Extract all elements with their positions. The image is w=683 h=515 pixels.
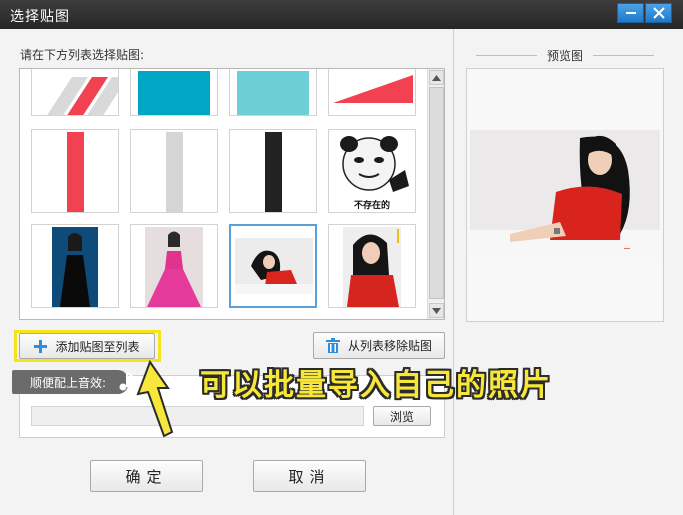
cancel-button[interactable]: 取消	[253, 460, 366, 492]
photo-pink-dress-sticker	[145, 227, 203, 307]
photo-black-dress-sticker	[52, 227, 98, 307]
music-label-tag: 顺便配上音效:	[12, 370, 134, 394]
close-button[interactable]	[645, 3, 672, 23]
add-sticker-button[interactable]: 添加贴图至列表	[19, 333, 155, 359]
photo-red-reclining-sticker	[235, 238, 313, 294]
remove-sticker-label: 从列表移除贴图	[347, 339, 432, 353]
trash-icon	[325, 338, 340, 353]
chevron-up-icon	[432, 74, 441, 81]
sticker-tile-photo-black-dress[interactable]	[31, 224, 119, 308]
chevron-down-icon	[432, 307, 441, 314]
sticker-tile-photo-red-reclining[interactable]	[229, 224, 317, 308]
black-bar-sticker	[265, 132, 282, 212]
svg-text:—: —	[624, 246, 630, 252]
window-title: 选择贴图	[10, 9, 70, 25]
sticker-tile-photo-pink-dress[interactable]	[130, 224, 218, 308]
minimize-icon	[625, 12, 636, 14]
sticker-tile-red-triangle[interactable]	[328, 69, 416, 116]
ok-button[interactable]: 确定	[90, 460, 203, 492]
minimize-button[interactable]	[617, 3, 644, 23]
scroll-down-button[interactable]	[429, 303, 444, 318]
light-teal-block-sticker	[237, 71, 309, 115]
sticker-tile-black-bar[interactable]	[229, 129, 317, 213]
sticker-tile-meme[interactable]: 不存在的	[328, 129, 416, 213]
preview-title-rule-right	[593, 54, 655, 56]
list-scrollbar[interactable]	[427, 69, 444, 319]
panel-divider	[453, 29, 454, 515]
preview-title-text: 预览图	[547, 48, 584, 63]
meme-caption: 不存在的	[353, 201, 390, 211]
diagonal-stripes-sticker	[47, 77, 118, 115]
preview-title-rule-left	[476, 54, 537, 56]
sticker-tile-teal-block[interactable]	[130, 69, 218, 116]
gray-bar-sticker	[166, 132, 183, 212]
sticker-tile-light-teal-block[interactable]	[229, 69, 317, 116]
sticker-tile-photo-red-portrait[interactable]	[328, 224, 416, 308]
preview-title: 预览图	[466, 46, 664, 64]
red-bar-sticker	[67, 132, 84, 212]
sticker-tile-diagonal-stripes[interactable]	[31, 69, 119, 116]
sticker-grid: 不存在的	[20, 69, 428, 319]
preview-photo-red-reclining: —	[470, 130, 660, 258]
music-label: 顺便配上音效:	[30, 375, 107, 390]
sticker-tile-red-bar[interactable]	[31, 129, 119, 213]
add-sticker-label: 添加贴图至列表	[55, 339, 140, 354]
annotation-arrow	[136, 359, 174, 438]
browse-button[interactable]: 浏览	[373, 406, 431, 426]
sticker-tile-gray-bar[interactable]	[130, 129, 218, 213]
remove-sticker-button[interactable]: 从列表移除贴图	[313, 332, 445, 359]
red-triangle-sticker	[333, 75, 413, 103]
photo-red-portrait-sticker	[343, 227, 401, 307]
sticker-list[interactable]: 不存在的	[19, 68, 445, 320]
scroll-thumb[interactable]	[429, 87, 444, 299]
scroll-up-button[interactable]	[429, 70, 444, 85]
close-icon	[652, 7, 665, 19]
title-bar: 选择贴图	[0, 0, 683, 29]
teal-block-sticker	[138, 71, 210, 115]
list-prompt: 请在下方列表选择贴图:	[20, 48, 145, 62]
plus-icon	[34, 339, 48, 353]
annotation-text: 可以批量导入自己的照片	[200, 368, 552, 403]
preview-image: —	[470, 130, 660, 258]
